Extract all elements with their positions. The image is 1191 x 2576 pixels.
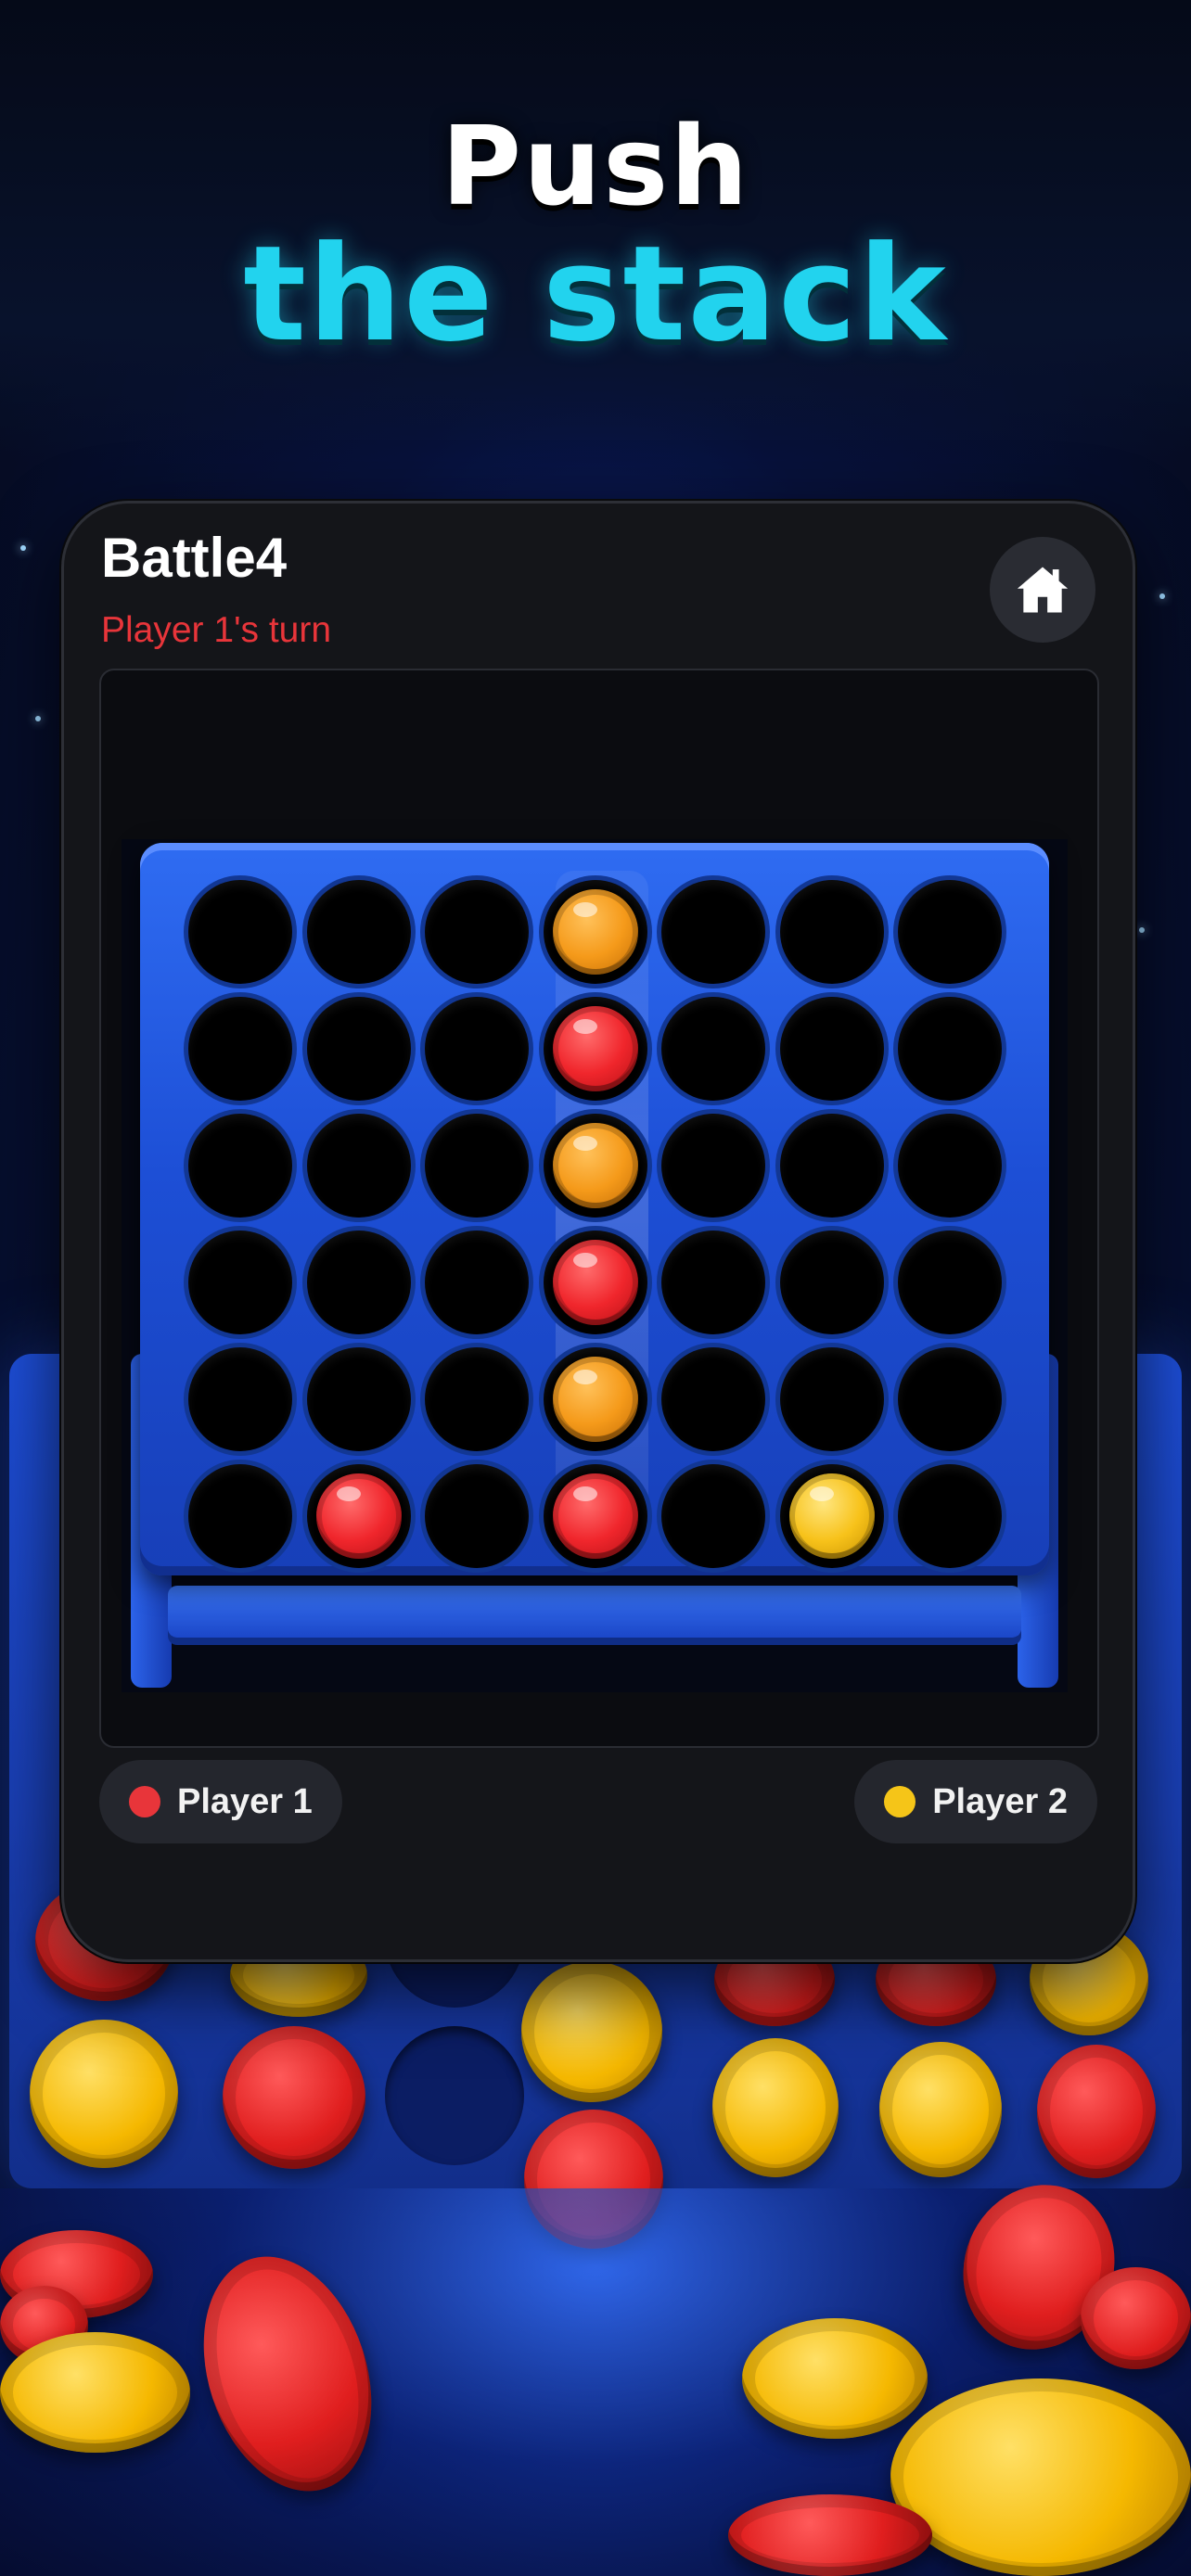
- board-cell[interactable]: [779, 1464, 884, 1568]
- player2-label: Player 2: [932, 1781, 1068, 1821]
- board-cell[interactable]: [188, 880, 292, 984]
- board-cell[interactable]: [543, 1347, 647, 1451]
- board-cell[interactable]: [898, 880, 1002, 984]
- board-cell[interactable]: [306, 997, 411, 1101]
- board-cell[interactable]: [898, 1114, 1002, 1218]
- board-cell[interactable]: [779, 1231, 884, 1334]
- board-cell[interactable]: [425, 997, 529, 1101]
- player1-label: Player 1: [177, 1781, 313, 1821]
- background-yellow-disc: [30, 2020, 178, 2168]
- background-yellow-disc: [712, 2038, 839, 2177]
- background-yellow-disc: [890, 2378, 1191, 2576]
- background-red-disc: [1037, 2045, 1156, 2178]
- app-screen: Battle4 Player 1's turn Player 1 Player …: [61, 501, 1135, 1962]
- board-cell[interactable]: [306, 1347, 411, 1451]
- board-cell[interactable]: [661, 1464, 765, 1568]
- sparkle: [1139, 927, 1145, 933]
- board-cell[interactable]: [898, 997, 1002, 1101]
- sparkle: [1159, 593, 1165, 599]
- background-hole: [385, 2026, 524, 2165]
- board-cell[interactable]: [661, 1231, 765, 1334]
- board-cell[interactable]: [188, 1347, 292, 1451]
- board-cell[interactable]: [425, 1114, 529, 1218]
- background-red-disc: [728, 2494, 932, 2576]
- board-cell[interactable]: [779, 1347, 884, 1451]
- background-yellow-disc: [521, 1961, 662, 2102]
- board-cell[interactable]: [188, 1464, 292, 1568]
- board-cell[interactable]: [306, 1464, 411, 1568]
- board-cell[interactable]: [543, 1114, 647, 1218]
- background-yellow-disc: [742, 2318, 928, 2439]
- board-cell[interactable]: [898, 1464, 1002, 1568]
- board-cell[interactable]: [779, 997, 884, 1101]
- home-button[interactable]: [990, 537, 1095, 643]
- board-cell[interactable]: [779, 880, 884, 984]
- board-cell[interactable]: [425, 1231, 529, 1334]
- player2-color-dot: [884, 1786, 916, 1817]
- sparkle: [20, 545, 26, 551]
- turn-status: Player 1's turn: [101, 610, 332, 650]
- board-cell[interactable]: [661, 880, 765, 984]
- orange-piece: [552, 889, 638, 975]
- board-cell[interactable]: [425, 1347, 529, 1451]
- board-cell[interactable]: [543, 997, 647, 1101]
- game-board-frame: [99, 669, 1099, 1748]
- yellow-piece: [788, 1473, 875, 1559]
- board-cell[interactable]: [425, 880, 529, 984]
- board-cell[interactable]: [188, 1231, 292, 1334]
- app-title: Battle4: [101, 527, 288, 589]
- player1-color-dot: [129, 1786, 160, 1817]
- board-base: [168, 1586, 1021, 1638]
- board-cell[interactable]: [661, 1347, 765, 1451]
- background-red-disc: [223, 2026, 365, 2169]
- board-cell[interactable]: [543, 880, 647, 984]
- red-piece: [552, 1473, 638, 1559]
- background-yellow-disc: [0, 2332, 190, 2453]
- board-cell[interactable]: [543, 1464, 647, 1568]
- red-piece: [315, 1473, 402, 1559]
- board-cell[interactable]: [306, 1114, 411, 1218]
- orange-piece: [552, 1357, 638, 1442]
- orange-piece: [552, 1123, 638, 1208]
- board-cell[interactable]: [661, 1114, 765, 1218]
- board-cell[interactable]: [898, 1231, 1002, 1334]
- sparkle: [35, 716, 41, 721]
- board-cell[interactable]: [425, 1464, 529, 1568]
- board-cell[interactable]: [188, 997, 292, 1101]
- player2-chip: Player 2: [854, 1760, 1097, 1843]
- board-cell[interactable]: [543, 1231, 647, 1334]
- background-red-disc: [1081, 2267, 1191, 2369]
- board-cell[interactable]: [779, 1114, 884, 1218]
- board-cell[interactable]: [661, 997, 765, 1101]
- board-cell[interactable]: [306, 880, 411, 984]
- player1-chip: Player 1: [99, 1760, 342, 1843]
- red-piece: [552, 1006, 638, 1091]
- red-piece: [552, 1240, 638, 1325]
- game-board[interactable]: [140, 843, 1049, 1575]
- board-cell[interactable]: [898, 1347, 1002, 1451]
- promo-headline-line1: Push: [441, 102, 750, 230]
- promo-headline-line2: the stack: [243, 218, 948, 371]
- game-board-area: [122, 839, 1068, 1692]
- background-yellow-disc: [879, 2042, 1002, 2177]
- board-cell[interactable]: [306, 1231, 411, 1334]
- board-cell[interactable]: [188, 1114, 292, 1218]
- home-icon: [1017, 567, 1069, 613]
